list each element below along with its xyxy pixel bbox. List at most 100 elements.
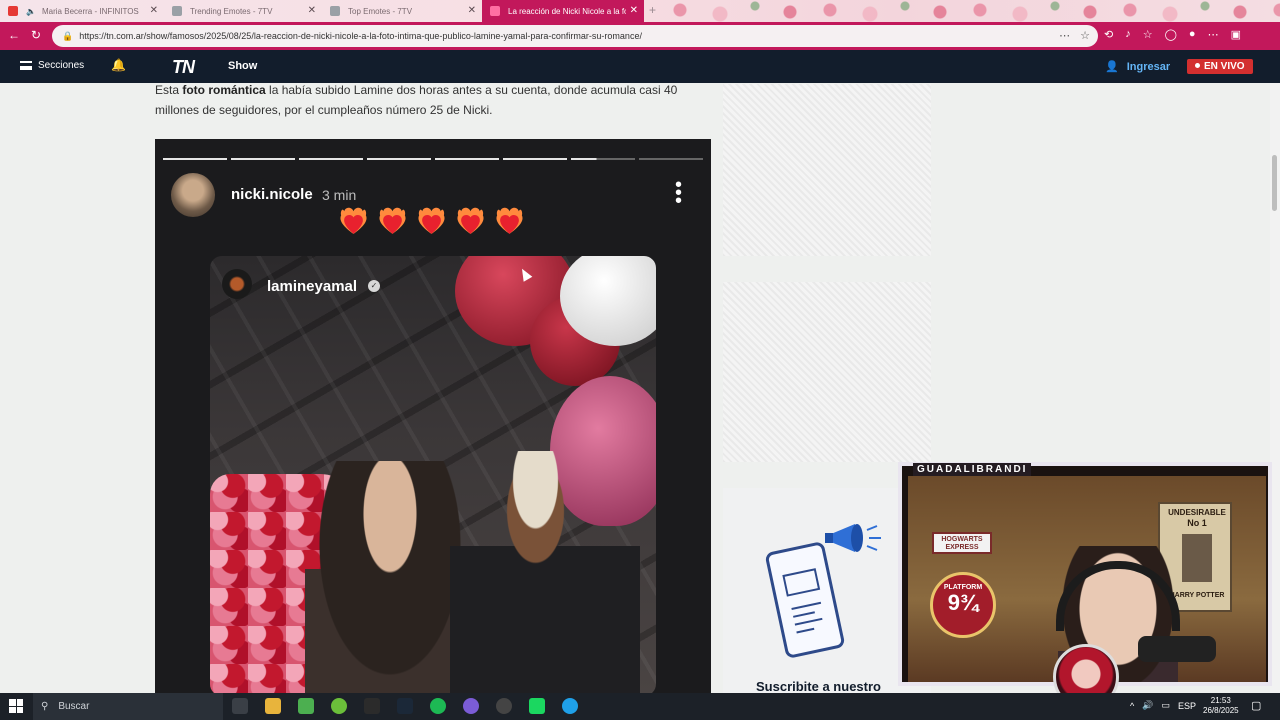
file-explorer-icon[interactable] bbox=[265, 698, 281, 714]
7tv-icon bbox=[172, 6, 182, 16]
sections-menu-button[interactable]: Secciones bbox=[20, 60, 84, 71]
tab-label: Trending Emotes - 7TV bbox=[190, 6, 273, 16]
profile-avatar-icon[interactable]: ● bbox=[1189, 28, 1196, 41]
paragraph-bold-link[interactable]: foto romántica bbox=[182, 83, 265, 97]
poster-title: UNDESIRABLE bbox=[1168, 508, 1226, 517]
close-tab-icon[interactable]: ✕ bbox=[308, 5, 316, 16]
section-show-link[interactable]: Show bbox=[228, 60, 257, 72]
new-tab-button[interactable]: + bbox=[649, 3, 656, 17]
kick-icon[interactable] bbox=[529, 698, 545, 714]
mute-icon[interactable]: 🔈 bbox=[26, 7, 38, 16]
heart-on-fire-icon bbox=[454, 205, 487, 238]
tab-maria-becerra[interactable]: 🔈 Maria Becerra - INFINITOS ✕ bbox=[0, 0, 164, 22]
more-menu-icon[interactable]: ⋯ bbox=[1208, 28, 1219, 41]
edge-icon[interactable] bbox=[562, 698, 578, 714]
tab-nicki-nicole-active[interactable]: La reacción de Nicki Nicole a la fo ✕ bbox=[482, 0, 644, 22]
epic-games-icon[interactable] bbox=[364, 698, 380, 714]
tab-label: Maria Becerra - INFINITOS bbox=[42, 6, 139, 16]
sidebar-toggle-icon[interactable]: ▣ bbox=[1231, 28, 1241, 41]
phone-illustration bbox=[764, 540, 846, 660]
notification-icon[interactable]: ▢ bbox=[1251, 699, 1261, 712]
megaphone-icon bbox=[825, 524, 881, 552]
discord-icon[interactable] bbox=[463, 698, 479, 714]
envelope-icon bbox=[782, 568, 821, 597]
bell-icon[interactable]: 🔔 bbox=[111, 58, 126, 72]
network-icon[interactable]: ▭ bbox=[1161, 700, 1170, 711]
language-indicator[interactable]: ESP bbox=[1178, 701, 1196, 711]
sections-label: Secciones bbox=[38, 60, 85, 71]
windows-taskbar: ⚲ Buscar ^ 🔊 ▭ ESP 21:53 26/8/2025 ▢ bbox=[0, 693, 1280, 720]
login-button[interactable]: 👤 Ingresar bbox=[1105, 60, 1170, 74]
fire-heart-emojis bbox=[337, 205, 526, 238]
streamer-name-label: GUADALIBRANDI bbox=[913, 463, 1032, 476]
steam-icon[interactable] bbox=[397, 698, 413, 714]
tray-expand-icon[interactable]: ^ bbox=[1130, 701, 1134, 711]
ad-placeholder bbox=[723, 84, 931, 256]
verified-badge-icon: ✓ bbox=[368, 280, 380, 292]
newsletter-title: Suscribite a nuestro bbox=[756, 679, 881, 694]
tab-label: La reacción de Nicki Nicole a la fo bbox=[508, 6, 626, 16]
translate-icon[interactable]: ♪ bbox=[1125, 28, 1131, 41]
man-figure bbox=[450, 451, 640, 693]
clock-date: 26/8/2025 bbox=[1203, 706, 1239, 715]
heart-on-fire-icon bbox=[376, 205, 409, 238]
hogwarts-express-sign: HOGWARTS EXPRESS bbox=[932, 532, 992, 554]
poster-number: No 1 bbox=[1187, 518, 1207, 528]
favorite-star-icon[interactable]: ☆ bbox=[1080, 29, 1090, 42]
inner-avatar bbox=[222, 269, 252, 299]
refresh-icon[interactable]: ↻ bbox=[31, 28, 41, 42]
minecraft-icon[interactable] bbox=[298, 698, 314, 714]
volume-icon[interactable]: 🔊 bbox=[1142, 700, 1153, 711]
scrollbar-thumb[interactable] bbox=[1272, 155, 1277, 211]
site-header: Secciones 🔔 TN Show 👤 Ingresar EN VIVO bbox=[0, 50, 1280, 83]
extension-icon[interactable]: ⟲ bbox=[1104, 28, 1113, 41]
obs-icon[interactable] bbox=[496, 698, 512, 714]
spotify-icon[interactable] bbox=[430, 698, 446, 714]
favorites-icon[interactable]: ☆ bbox=[1143, 28, 1153, 41]
close-tab-icon[interactable]: ✕ bbox=[630, 5, 638, 16]
url-field[interactable]: 🔒 https://tn.com.ar/show/famosos/2025/08… bbox=[52, 25, 1098, 47]
task-view-icon[interactable] bbox=[232, 698, 248, 714]
clock-time: 21:53 bbox=[1210, 696, 1231, 705]
lock-icon: 🔒 bbox=[62, 30, 74, 41]
inner-username: lamineyamal bbox=[267, 278, 358, 295]
ad-placeholder bbox=[723, 282, 931, 462]
browser-tab-strip: 🔈 Maria Becerra - INFINITOS ✕ Trending E… bbox=[0, 0, 1280, 22]
story-progress-bars bbox=[163, 158, 703, 160]
url-text: https://tn.com.ar/show/famosos/2025/08/2… bbox=[79, 31, 642, 41]
xbox-icon[interactable] bbox=[331, 698, 347, 714]
platform-number: 9¾ bbox=[947, 590, 979, 615]
instagram-story-embed: nicki.nicole 3 min • • • lamineyamal ✓ bbox=[155, 139, 711, 693]
microphone-icon bbox=[1138, 636, 1216, 662]
shield-icon[interactable]: ◯ bbox=[1165, 28, 1177, 41]
paragraph-text-start: Esta bbox=[155, 83, 183, 97]
search-placeholder: Buscar bbox=[58, 701, 90, 712]
tn-icon bbox=[490, 6, 500, 16]
user-icon: 👤 bbox=[1105, 61, 1119, 73]
more-options-icon: • • • bbox=[675, 174, 683, 212]
logo-text: TN bbox=[172, 57, 195, 77]
reader-icon[interactable]: ⋯ bbox=[1059, 29, 1070, 42]
close-tab-icon[interactable]: ✕ bbox=[150, 5, 158, 16]
search-icon: ⚲ bbox=[41, 701, 49, 712]
platform-sign: PLATFORM 9¾ bbox=[930, 572, 996, 638]
back-icon[interactable]: ← bbox=[8, 28, 20, 42]
story-time: 3 min bbox=[322, 187, 357, 203]
tab-top-emotes[interactable]: Top Emotes - 7TV ✕ bbox=[322, 0, 482, 22]
story-username: nicki.nicole bbox=[231, 186, 313, 203]
heart-on-fire-icon bbox=[337, 205, 370, 238]
story-avatar bbox=[171, 173, 215, 217]
express-text: HOGWARTS EXPRESS bbox=[941, 536, 983, 551]
windows-start-icon[interactable] bbox=[9, 699, 23, 713]
live-button[interactable]: EN VIVO bbox=[1187, 59, 1253, 74]
tab-trending-emotes[interactable]: Trending Emotes - 7TV ✕ bbox=[164, 0, 322, 22]
tn-logo[interactable]: TN bbox=[172, 57, 195, 78]
close-tab-icon[interactable]: ✕ bbox=[468, 5, 476, 16]
taskbar-clock[interactable]: 21:53 26/8/2025 bbox=[1203, 696, 1239, 716]
article-paragraph: Esta foto romántica la había subido Lami… bbox=[155, 80, 695, 120]
story-shared-photo: lamineyamal ✓ bbox=[210, 256, 656, 693]
taskbar-search[interactable]: ⚲ Buscar bbox=[33, 693, 223, 720]
live-dot-icon bbox=[1195, 63, 1200, 68]
tabstrip-floral-theme bbox=[660, 0, 1280, 22]
hamburger-icon bbox=[20, 61, 32, 70]
